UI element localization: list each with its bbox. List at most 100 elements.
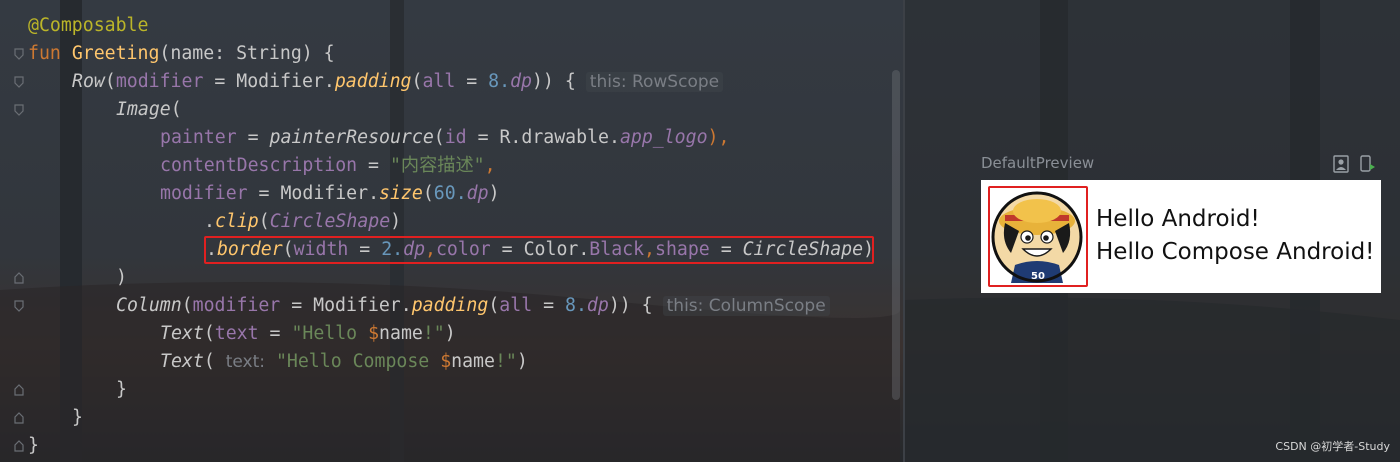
modifier-token: Modifier.: [236, 71, 335, 92]
code-line-16[interactable]: }: [28, 432, 39, 460]
highlight-box: [204, 236, 874, 264]
named-arg-token: all: [422, 71, 456, 92]
fold-end-marker-icon[interactable]: [14, 412, 24, 424]
operator-token: =: [258, 323, 292, 344]
operator-token: =: [466, 127, 500, 148]
comma-token: ,: [484, 155, 496, 176]
editor-gutter: [0, 0, 26, 462]
code-line-1[interactable]: @Composable: [28, 12, 148, 40]
composable-call-token: Text: [160, 351, 204, 372]
resource-token: R.drawable.: [499, 127, 620, 148]
fold-end-marker-icon[interactable]: [14, 440, 24, 452]
named-arg-token: id: [444, 127, 467, 148]
code-line-12[interactable]: Text(text = "Hello $name!"): [160, 320, 456, 348]
parameter-hint: text:: [225, 352, 265, 372]
paren-token: )) {: [531, 71, 576, 92]
inlay-hint: this: ColumnScope: [662, 296, 830, 316]
fold-end-marker-icon[interactable]: [14, 384, 24, 396]
operator-token: =: [236, 127, 270, 148]
code-line-2[interactable]: fun Greeting(name: String) {: [28, 40, 335, 68]
paren-token: (: [411, 71, 423, 92]
paren-token: (: [422, 183, 434, 204]
number-token: 60.: [433, 183, 467, 204]
fold-marker-icon[interactable]: [14, 76, 24, 88]
code-line-8[interactable]: .clip(CircleShape): [204, 208, 401, 236]
code-line-7[interactable]: modifier = Modifier.size(60.dp): [160, 180, 500, 208]
function-call-token: painterResource: [269, 127, 434, 148]
paren-token: ),: [707, 127, 730, 148]
editor-scrollbar[interactable]: [892, 70, 900, 400]
operator-token: =: [203, 71, 237, 92]
method-token: padding: [411, 295, 489, 316]
interactive-preview-icon[interactable]: [1360, 155, 1376, 173]
template-var-token: name: [379, 323, 423, 344]
operator-token: =: [247, 183, 281, 204]
template-var-token: name: [451, 351, 495, 372]
signature-token: (name: String) {: [159, 43, 335, 64]
code-line-14[interactable]: }: [116, 376, 127, 404]
fold-marker-icon[interactable]: [14, 104, 24, 116]
dot-token: .: [204, 211, 215, 232]
paren-token: (: [203, 323, 215, 344]
code-editor[interactable]: @Composable fun Greeting(name: String) {…: [0, 0, 892, 462]
fold-end-marker-icon[interactable]: [14, 272, 24, 284]
modifier-token: Modifier.: [313, 295, 412, 316]
paren-token: (: [488, 295, 500, 316]
code-line-15[interactable]: }: [72, 404, 83, 432]
string-token: !": [494, 351, 517, 372]
number-token: 8.: [488, 71, 511, 92]
watermark: CSDN @初学者-Study: [1275, 440, 1390, 453]
paren-token: (: [170, 99, 182, 120]
paren-token: ): [390, 211, 402, 232]
paren-token: ): [444, 323, 456, 344]
keyword-token: fun: [28, 43, 61, 64]
code-line-5[interactable]: painter = painterResource(id = R.drawabl…: [160, 124, 729, 152]
template-token: $: [440, 351, 452, 372]
brace-token: }: [28, 435, 39, 456]
function-name-token: Greeting: [71, 43, 160, 64]
composable-call-token: Column: [116, 295, 182, 316]
brace-token: }: [72, 407, 83, 428]
composable-call-token: Text: [160, 323, 204, 344]
paren-token: ): [488, 183, 500, 204]
extension-token: dp: [510, 71, 532, 92]
number-token: 8.: [565, 295, 587, 316]
paren-token: (: [104, 71, 116, 92]
operator-token: =: [280, 295, 314, 316]
method-token: clip: [214, 211, 259, 232]
named-arg-token: painter: [160, 127, 237, 148]
extension-token: dp: [586, 295, 609, 316]
deploy-preview-icon[interactable]: [1333, 155, 1349, 173]
code-line-6[interactable]: contentDescription = "内容描述",: [160, 152, 496, 180]
fold-marker-icon[interactable]: [14, 300, 24, 312]
string-token: "内容描述": [389, 155, 485, 176]
code-line-4[interactable]: Image(: [116, 96, 182, 124]
operator-token: =: [357, 155, 390, 176]
named-arg-token: contentDescription: [160, 155, 358, 176]
preview-text-1: Hello Android!: [1096, 206, 1260, 232]
method-token: padding: [334, 71, 412, 92]
code-line-3[interactable]: Row(modifier = Modifier.padding(all = 8.…: [72, 68, 724, 96]
paren-token: (: [258, 211, 270, 232]
avatar-selection-box: [988, 186, 1088, 287]
annotation-token: @Composable: [28, 15, 149, 36]
named-arg-token: all: [499, 295, 533, 316]
code-line-10[interactable]: ): [116, 264, 127, 292]
paren-token: ): [516, 351, 528, 372]
fold-marker-icon[interactable]: [14, 48, 24, 60]
paren-token: )) {: [608, 295, 653, 316]
named-arg-token: modifier: [160, 183, 248, 204]
code-line-11[interactable]: Column(modifier = Modifier.padding(all =…: [116, 292, 830, 320]
extension-token: dp: [466, 183, 489, 204]
string-token: "Hello Compose: [265, 351, 441, 372]
paren-token: ): [116, 267, 127, 288]
named-arg-token: modifier: [192, 295, 281, 316]
modifier-token: Modifier.: [280, 183, 380, 204]
code-line-13[interactable]: Text( text: "Hello Compose $name!"): [160, 348, 528, 376]
operator-token: =: [455, 71, 489, 92]
preview-title: DefaultPreview: [981, 154, 1095, 172]
named-arg-token: modifier: [115, 71, 204, 92]
paren-token: (: [433, 127, 445, 148]
inlay-hint: this: RowScope: [585, 72, 724, 92]
template-token: $: [368, 323, 380, 344]
